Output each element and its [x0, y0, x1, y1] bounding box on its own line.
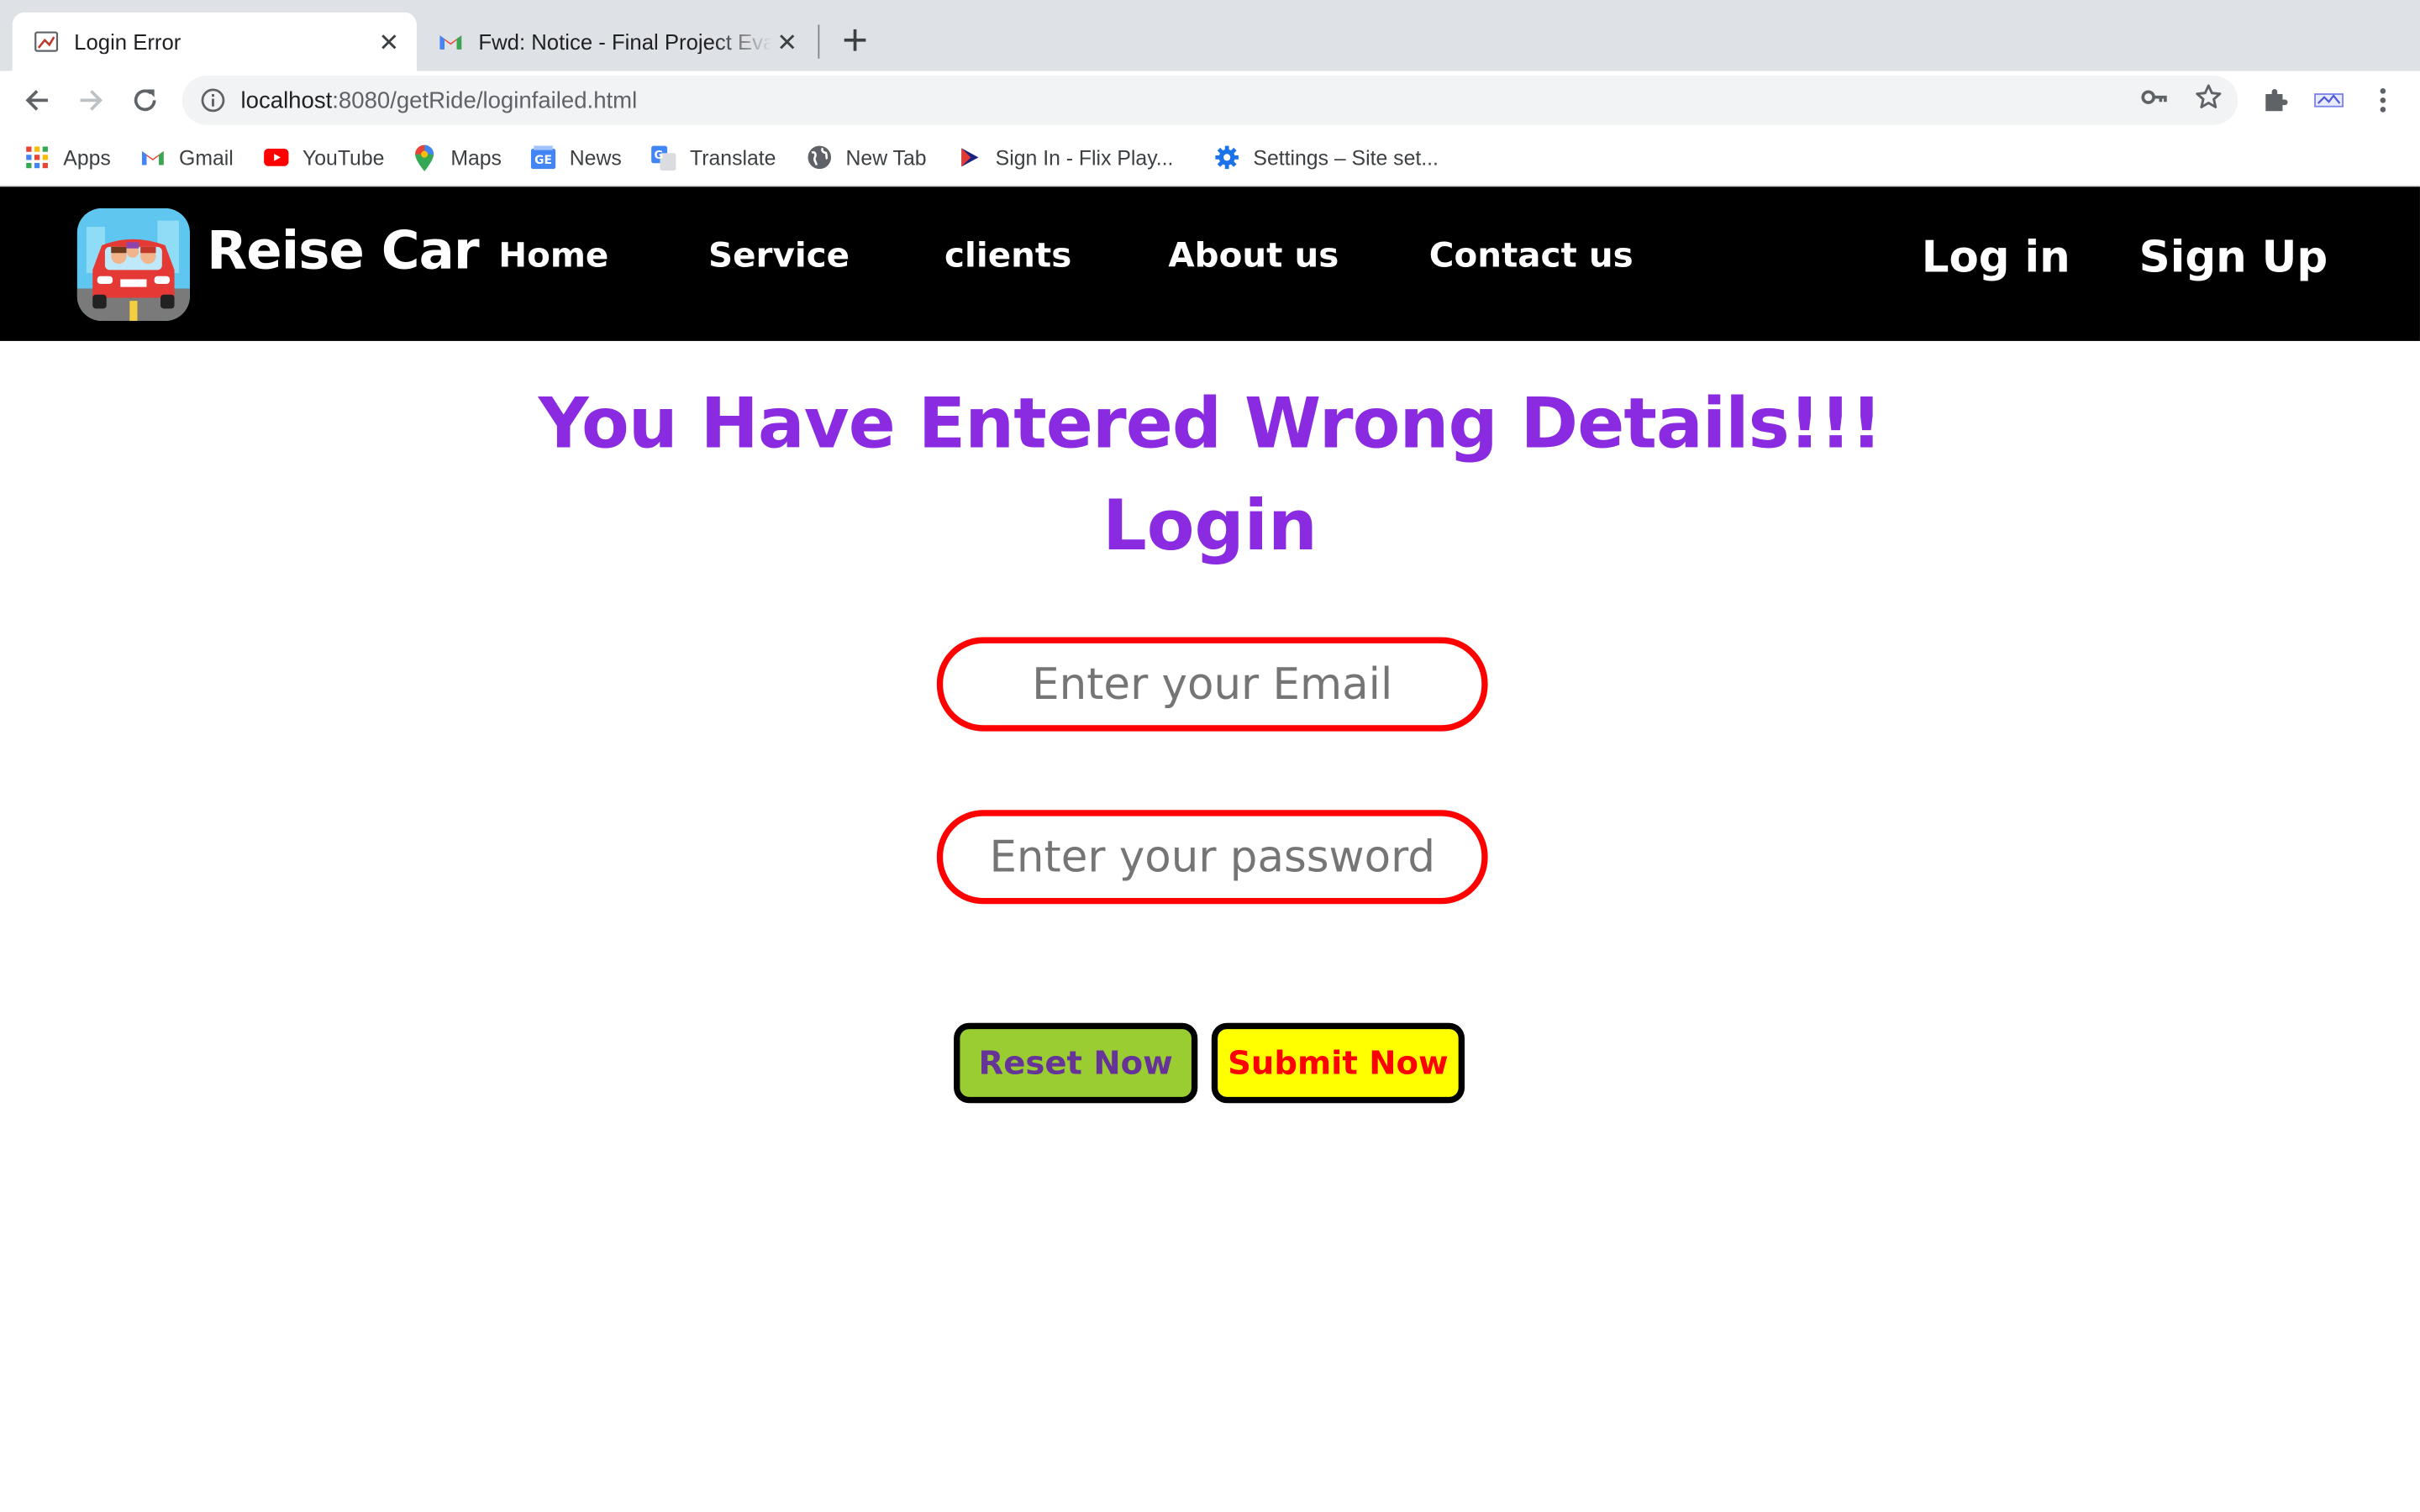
bookmark-flix-play[interactable]: Sign In - Flix Play...: [957, 142, 1174, 173]
extensions-puzzle-icon[interactable]: [2258, 83, 2291, 117]
page-icon: [34, 29, 59, 54]
bookmark-new-tab[interactable]: New Tab: [808, 142, 927, 173]
reload-button[interactable]: [125, 81, 166, 121]
login-link[interactable]: Log in: [1922, 232, 2070, 283]
bookmark-translate[interactable]: G Translate: [651, 142, 776, 173]
bookmarks-bar: Apps Gmail YouTube Maps GE News G Transl…: [0, 129, 2420, 187]
nav-about-us[interactable]: About us: [1168, 238, 1339, 276]
key-icon[interactable]: [2139, 81, 2170, 113]
car-logo-icon[interactable]: [76, 207, 190, 322]
menu-kebab-icon[interactable]: [2366, 83, 2400, 117]
bookmark-youtube[interactable]: YouTube: [264, 142, 384, 173]
password-input[interactable]: [943, 816, 1482, 898]
tab-separator: [818, 24, 820, 59]
close-icon[interactable]: ✕: [373, 26, 404, 57]
bookmark-gmail[interactable]: Gmail: [140, 142, 234, 173]
tab-strip: Login Error ✕ Fwd: Notice - Final Projec…: [0, 0, 2420, 71]
translate-icon: G: [651, 144, 676, 171]
error-heading: You Have Entered Wrong Details!!!: [538, 382, 1882, 465]
bookmark-label: Gmail: [179, 145, 234, 170]
nav-service[interactable]: Service: [708, 238, 850, 276]
play-icon: [957, 145, 981, 170]
email-field[interactable]: [936, 637, 1488, 732]
tab-login-error[interactable]: Login Error ✕: [12, 12, 417, 71]
globe-icon: [808, 145, 832, 170]
arrow-right-icon: [80, 90, 103, 111]
new-tab-button[interactable]: [836, 22, 873, 59]
browser-toolbar: localhost:8080/getRide/loginfailed.html: [0, 71, 2420, 130]
gmail-icon: [439, 29, 463, 54]
tab-title: Login Error: [74, 29, 182, 55]
password-field[interactable]: [936, 810, 1488, 905]
tab-title: Fwd: Notice - Final Project Evaluation: [478, 29, 771, 55]
news-icon: GE: [530, 145, 556, 170]
bookmark-label: Settings – Site set...: [1253, 145, 1439, 170]
bookmark-label: New Tab: [845, 145, 927, 170]
bookmark-label: Maps: [450, 145, 502, 170]
gmail-icon: [140, 145, 165, 170]
brand-name[interactable]: Reise Car: [207, 221, 480, 282]
site-header: Reise Car Home Service clients About us …: [0, 186, 2420, 341]
bookmark-maps[interactable]: Maps: [412, 142, 502, 173]
browser-window: Login Error ✕ Fwd: Notice - Final Projec…: [0, 0, 2420, 1512]
url-text[interactable]: localhost:8080/getRide/loginfailed.html: [241, 87, 638, 113]
close-icon[interactable]: ✕: [771, 26, 802, 57]
bookmark-news[interactable]: GE News: [530, 142, 622, 173]
bookmark-label: Translate: [690, 145, 776, 170]
submit-button[interactable]: Submit Now: [1211, 1022, 1465, 1104]
form-title: Login: [1102, 484, 1318, 567]
address-bar[interactable]: localhost:8080/getRide/loginfailed.html: [182, 75, 2238, 125]
youtube-icon: [264, 145, 289, 170]
reset-button[interactable]: Reset Now: [954, 1022, 1198, 1104]
nav-home[interactable]: Home: [498, 238, 608, 276]
signup-link[interactable]: Sign Up: [2139, 232, 2328, 283]
bookmark-label: Apps: [63, 145, 111, 170]
nav-contact-us[interactable]: Contact us: [1429, 238, 1634, 276]
svg-text:GE: GE: [534, 154, 552, 167]
star-icon[interactable]: [2193, 81, 2224, 113]
bookmark-label: YouTube: [302, 145, 385, 170]
plus-icon: [844, 29, 866, 51]
profile-extension-icon[interactable]: [2312, 83, 2345, 117]
bookmark-label: Sign In - Flix Play...: [995, 145, 1174, 170]
bookmark-apps[interactable]: Apps: [24, 142, 111, 173]
arrow-left-icon: [25, 90, 48, 111]
bookmark-settings[interactable]: Settings – Site set...: [1214, 142, 1439, 173]
bookmark-label: News: [569, 145, 622, 170]
gear-icon: [1214, 145, 1239, 170]
maps-pin-icon: [412, 144, 436, 171]
email-input[interactable]: [943, 643, 1482, 726]
nav-clients[interactable]: clients: [944, 238, 1071, 276]
apps-grid-icon: [24, 145, 49, 170]
back-button[interactable]: [17, 81, 57, 121]
svg-text:G: G: [655, 149, 664, 161]
info-icon[interactable]: [199, 87, 227, 114]
reload-icon: [134, 89, 156, 112]
tab-gmail[interactable]: Fwd: Notice - Final Project Evaluation ✕: [417, 13, 815, 71]
forward-button[interactable]: [71, 81, 111, 121]
